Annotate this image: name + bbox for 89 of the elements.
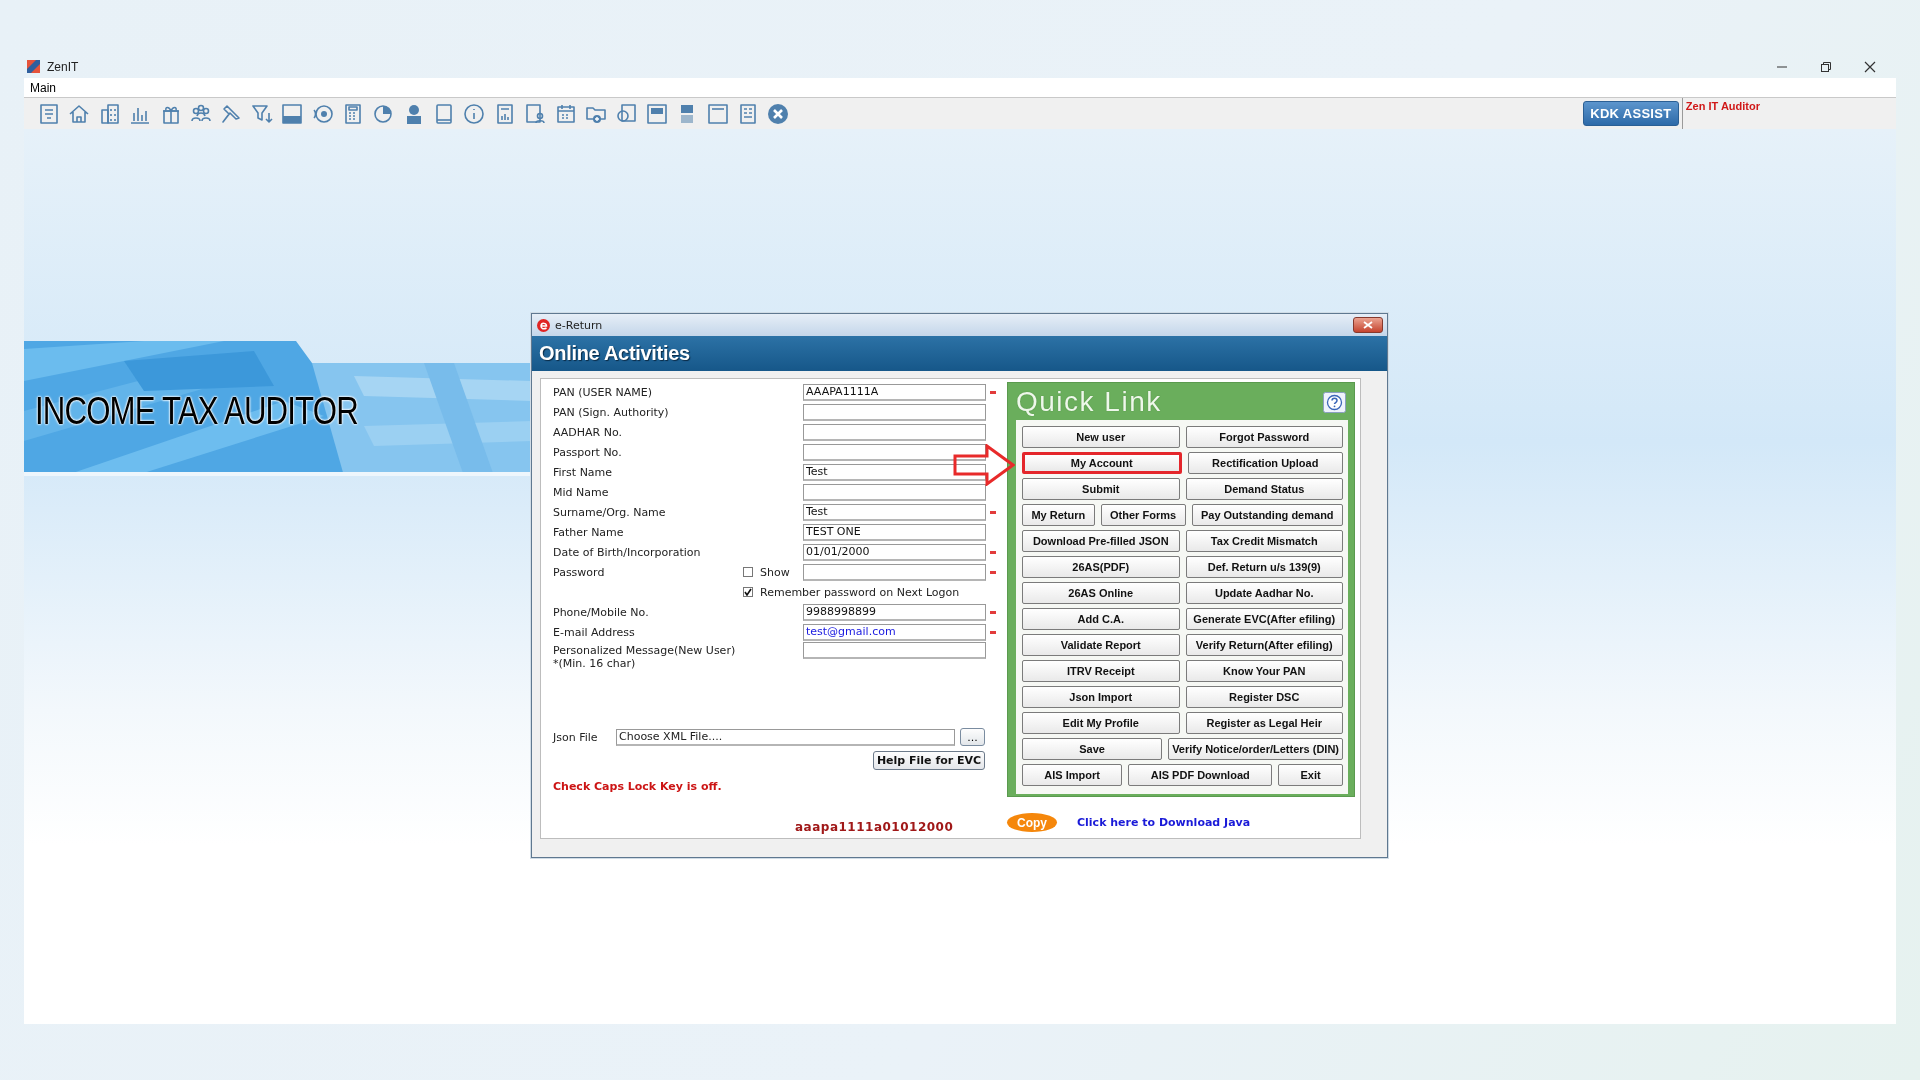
quick-link-button[interactable]: Exit	[1278, 764, 1343, 786]
field-label: PAN (USER NAME)	[553, 385, 654, 399]
download-link[interactable]: Click here to Download Java	[1077, 816, 1251, 829]
input-field[interactable]	[803, 403, 986, 421]
generated-code: aaapa1111a01012000	[795, 820, 954, 834]
field-label: AADHAR No.	[553, 425, 624, 439]
banner-title: INCOME TAX AUDITOR	[35, 390, 358, 433]
pointer-arrow-icon	[953, 444, 1015, 486]
input-field[interactable]: 9988998899	[803, 603, 986, 621]
quick-link-button[interactable]: 26AS Online	[1022, 582, 1180, 604]
input-field[interactable]: Test	[803, 503, 986, 521]
form-icon[interactable]	[280, 101, 305, 126]
quick-link-button[interactable]: Json Import	[1022, 686, 1180, 708]
info-icon[interactable]	[462, 101, 487, 126]
field-label: Json File	[553, 730, 599, 744]
input-field[interactable]	[803, 563, 986, 581]
field-label: Mid Name	[553, 485, 610, 499]
checkbox-label: Remember password on Next Logon	[760, 585, 960, 599]
input-field[interactable]: TEST ONE	[803, 523, 986, 541]
quick-link-button[interactable]: 26AS(PDF)	[1022, 556, 1180, 578]
user-document-icon[interactable]	[523, 101, 548, 126]
quick-link-button[interactable]: ITRV Receipt	[1022, 660, 1180, 682]
quick-link-button[interactable]: Verify Notice/order/Letters (DIN)	[1168, 738, 1343, 760]
field-label: Passport No.	[553, 445, 623, 459]
field-label: Password	[553, 565, 606, 579]
checkbox[interactable]	[743, 587, 753, 597]
input-field[interactable]	[803, 443, 986, 461]
field-label: Phone/Mobile No.	[553, 605, 650, 619]
field-label: PAN (Sign. Authority)	[553, 405, 670, 419]
help-icon[interactable]	[1323, 392, 1346, 413]
input-field[interactable]: 01/01/2000	[803, 543, 986, 561]
quick-link-button[interactable]: Edit My Profile	[1022, 712, 1180, 734]
field-label: Personalized Message(New User)	[553, 644, 737, 657]
field-note: *(Min. 16 char)	[553, 657, 637, 670]
checkbox[interactable]	[743, 567, 753, 577]
field-label: E-mail Address	[553, 625, 636, 639]
help-file-button[interactable]: Help File for EVC	[873, 751, 985, 770]
quick-link-button[interactable]: Download Pre-filled JSON	[1022, 530, 1180, 552]
quick-link-button[interactable]: Demand Status	[1185, 478, 1343, 500]
quick-link-button[interactable]: My Return	[1022, 504, 1095, 526]
quick-link-button[interactable]: AIS Import	[1022, 764, 1123, 786]
quick-link-button[interactable]: Tax Credit Mismatch	[1185, 530, 1343, 552]
sheet-icon[interactable]	[644, 101, 669, 126]
checkbox-label: Show	[760, 565, 790, 579]
quick-link-button[interactable]: Update Aadhar No.	[1185, 582, 1343, 604]
quick-link-button[interactable]: Pay Outstanding demand	[1191, 504, 1343, 526]
quick-link-button[interactable]: Def. Return u/s 139(9)	[1185, 556, 1343, 578]
field-label: Surname/Org. Name	[553, 505, 667, 519]
close-icon	[1363, 321, 1373, 329]
input-field[interactable]: Test	[803, 463, 986, 481]
logo-icon	[27, 60, 40, 73]
input-field[interactable]: test@gmail.com	[803, 623, 986, 641]
quick-link-button[interactable]: My Account	[1022, 452, 1182, 474]
dialog-title: e-Return	[555, 318, 603, 332]
input-field[interactable]	[803, 642, 986, 659]
quick-link-button[interactable]: Register DSC	[1185, 686, 1343, 708]
restore-icon[interactable]	[1819, 59, 1833, 74]
quick-link-button[interactable]: Forgot Password	[1185, 426, 1343, 448]
close-button[interactable]	[1353, 317, 1383, 333]
quick-link-button[interactable]: Verify Return(After efiling)	[1185, 634, 1343, 656]
field-label: Date of Birth/Incorporation	[553, 545, 702, 559]
sheet-icon[interactable]	[705, 101, 730, 126]
quick-link-button[interactable]: Register as Legal Heir	[1185, 712, 1343, 734]
quick-link-button[interactable]: Know Your PAN	[1185, 660, 1343, 682]
quick-link-button[interactable]: Submit	[1022, 478, 1180, 500]
dialog-header: Online Activities	[539, 342, 690, 365]
window-title: ZenIT	[47, 59, 79, 74]
assist-button[interactable]: KDK ASSIST	[1582, 101, 1679, 126]
input-field[interactable]	[803, 483, 986, 501]
quick-link-button[interactable]: Rectification Upload	[1187, 452, 1343, 474]
caps-warning: Check Caps Lock Key is off.	[553, 780, 722, 793]
quick-link-button[interactable]: Validate Report	[1022, 634, 1180, 656]
panel-title: Quick Link	[1016, 385, 1162, 418]
quick-link-button[interactable]: Generate EVC(After efiling)	[1185, 608, 1343, 630]
field-label: First Name	[553, 465, 614, 479]
quick-link-button[interactable]: Other Forms	[1100, 504, 1186, 526]
browse-button[interactable]: ...	[960, 728, 985, 746]
input-field[interactable]	[803, 423, 986, 441]
close-icon[interactable]	[1863, 59, 1877, 74]
quick-link-button[interactable]: Add C.A.	[1022, 608, 1180, 630]
field-label: Father Name	[553, 525, 625, 539]
quick-link-button[interactable]: New user	[1022, 426, 1180, 448]
input-field[interactable]: AAAPA1111A	[803, 383, 986, 401]
input-field[interactable]: Choose XML File....	[616, 728, 955, 746]
quick-link-button[interactable]: Save	[1022, 738, 1163, 760]
menu-item[interactable]: Main	[30, 80, 56, 95]
logo-icon	[537, 318, 550, 332]
document-icon[interactable]	[37, 101, 61, 126]
quick-link-button[interactable]: AIS PDF Download	[1128, 764, 1273, 786]
